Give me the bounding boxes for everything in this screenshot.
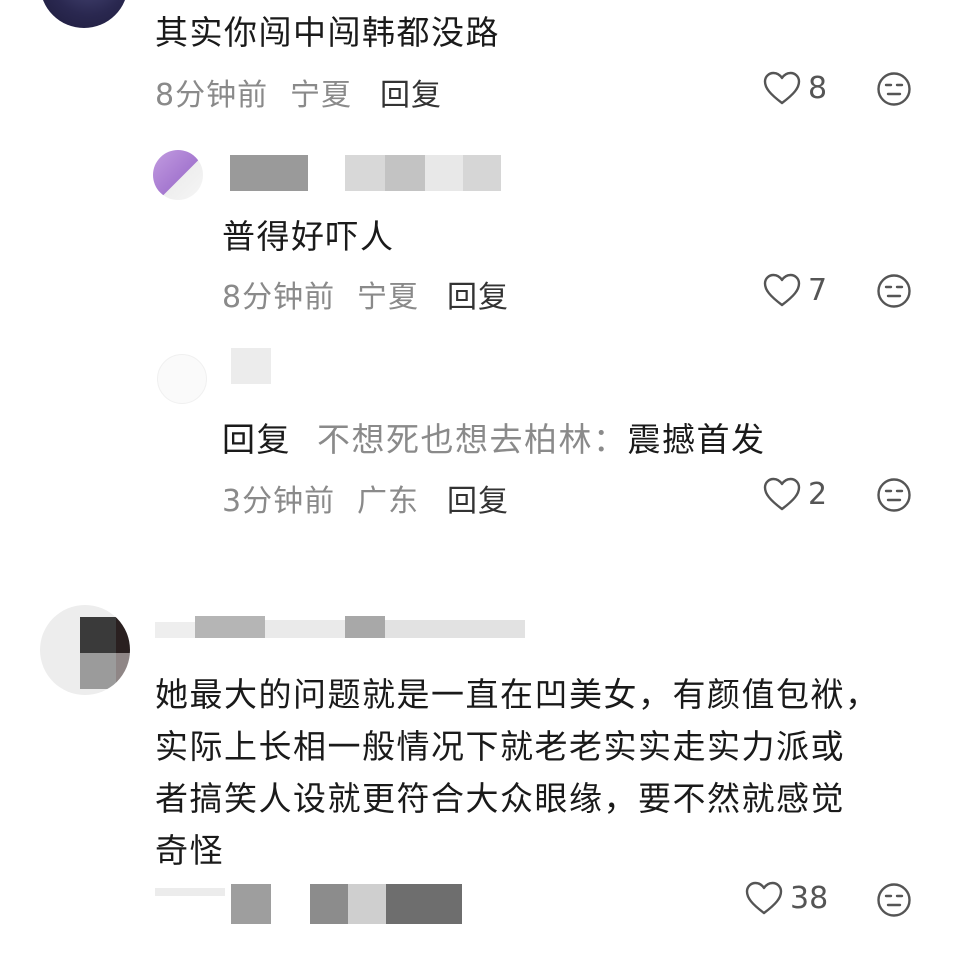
blurred-username [230, 155, 308, 191]
avatar[interactable] [153, 150, 203, 200]
comment-location: 宁夏 [290, 78, 352, 113]
blurred-username [231, 348, 271, 384]
blurred-meta [231, 884, 271, 924]
dislike-button[interactable] [876, 71, 912, 107]
neutral-face-icon [877, 274, 911, 308]
comment-text-line: 实际上长相一般情况下就老老实实走实力派或 [155, 727, 845, 766]
reply-prefix[interactable]: 回复 [222, 420, 291, 459]
heart-outline-icon [745, 881, 783, 915]
like-count: 7 [808, 272, 828, 308]
blurred-username [385, 155, 425, 191]
dislike-button[interactable] [876, 273, 912, 309]
neutral-face-icon [877, 72, 911, 106]
comment-time: 8分钟前 [155, 78, 269, 113]
blurred-meta [155, 888, 225, 896]
blurred-username [195, 616, 265, 638]
like-count: 2 [808, 476, 828, 512]
comment-time: 3分钟前 [222, 484, 336, 519]
heart-outline-icon [763, 273, 801, 307]
reply-button[interactable]: 回复 [447, 272, 509, 316]
avatar[interactable] [40, 605, 130, 695]
comment-location: 广东 [357, 484, 419, 519]
heart-outline-icon [763, 71, 801, 105]
comment-text-line: 奇怪 [155, 831, 224, 870]
blurred-username [463, 155, 501, 191]
comment-text-line: 她最大的问题就是一直在凹美女，有颜值包袱， [155, 675, 880, 714]
comment-time: 8分钟前 [222, 280, 336, 315]
like-button[interactable]: 8 [762, 70, 827, 106]
comment-text: 回复 不想死也想去柏林：震撼首发 [222, 413, 766, 461]
blurred-username [385, 620, 525, 638]
blurred-meta [386, 884, 462, 924]
avatar[interactable] [157, 354, 207, 404]
avatar[interactable] [40, 0, 128, 28]
like-count: 8 [808, 70, 828, 106]
neutral-face-icon [877, 478, 911, 512]
comment-text: 其实你闯中闯韩都没路 [155, 13, 500, 52]
neutral-face-icon [877, 883, 911, 917]
blurred-username [345, 155, 385, 191]
dislike-button[interactable] [876, 477, 912, 513]
like-button[interactable]: 7 [762, 272, 827, 308]
comment-text-line: 者搞笑人设就更符合大众眼缘，要不然就感觉 [155, 779, 845, 818]
dislike-button[interactable] [876, 882, 912, 918]
blurred-meta [310, 884, 348, 924]
like-count: 38 [790, 880, 829, 916]
comment-location: 宁夏 [357, 280, 419, 315]
blurred-username [345, 616, 385, 638]
reply-button[interactable]: 回复 [447, 476, 509, 520]
like-button[interactable]: 38 [744, 880, 828, 916]
like-button[interactable]: 2 [762, 476, 827, 512]
reply-to-user[interactable]: 不想死也想去柏林： [317, 420, 628, 459]
blurred-meta [348, 884, 386, 924]
blurred-username [425, 155, 463, 191]
blurred-username [265, 620, 345, 638]
blurred-username [155, 622, 195, 638]
reply-body: 震撼首发 [627, 420, 766, 459]
comment-text: 普得好吓人 [222, 217, 395, 256]
heart-outline-icon [763, 477, 801, 511]
reply-button[interactable]: 回复 [380, 70, 442, 114]
